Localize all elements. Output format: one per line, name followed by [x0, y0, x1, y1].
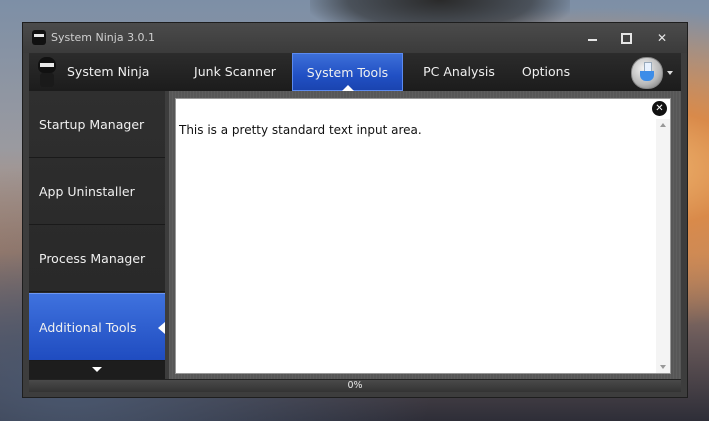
main-nav: System Ninja Junk Scanner System Tools P… [29, 53, 681, 91]
sidebar-item-startup-manager[interactable]: Startup Manager [29, 91, 165, 158]
maximize-button[interactable] [609, 28, 643, 48]
content-panel: This is a pretty standard text input are… [169, 91, 681, 379]
text-input-area[interactable]: This is a pretty standard text input are… [175, 98, 671, 374]
vertical-scrollbar[interactable] [656, 119, 670, 373]
title-bar[interactable]: System Ninja 3.0.1 ✕ [23, 23, 687, 53]
flask-icon[interactable] [631, 57, 663, 89]
scroll-down-icon[interactable] [660, 365, 666, 369]
progress-label: 0% [347, 380, 363, 391]
close-icon[interactable]: ✕ [652, 101, 667, 116]
sidebar: Startup Manager App Uninstaller Process … [29, 91, 165, 379]
close-button[interactable]: ✕ [645, 28, 679, 48]
tab-options[interactable]: Options [509, 53, 583, 91]
scroll-up-icon[interactable] [660, 123, 666, 127]
tab-junk-scanner[interactable]: Junk Scanner [187, 53, 283, 91]
sidebar-item-process-manager[interactable]: Process Manager [29, 225, 165, 292]
tab-system-tools[interactable]: System Tools [292, 53, 403, 91]
brand-label: System Ninja [67, 64, 150, 79]
progress-bar: 0% [29, 379, 681, 392]
text-input-content[interactable]: This is a pretty standard text input are… [179, 123, 422, 137]
sidebar-scroll-down-button[interactable] [29, 361, 165, 379]
ninja-icon [32, 30, 46, 45]
ninja-logo-icon [35, 57, 59, 87]
sidebar-item-app-uninstaller[interactable]: App Uninstaller [29, 158, 165, 225]
sidebar-item-additional-tools[interactable]: Additional Tools [29, 293, 165, 361]
app-window: System Ninja 3.0.1 ✕ System Ninja Junk S… [22, 22, 688, 398]
window-title: System Ninja 3.0.1 [51, 31, 156, 44]
minimize-button[interactable] [575, 28, 609, 48]
tab-pc-analysis[interactable]: PC Analysis [411, 53, 507, 91]
chevron-down-icon[interactable] [667, 71, 673, 75]
